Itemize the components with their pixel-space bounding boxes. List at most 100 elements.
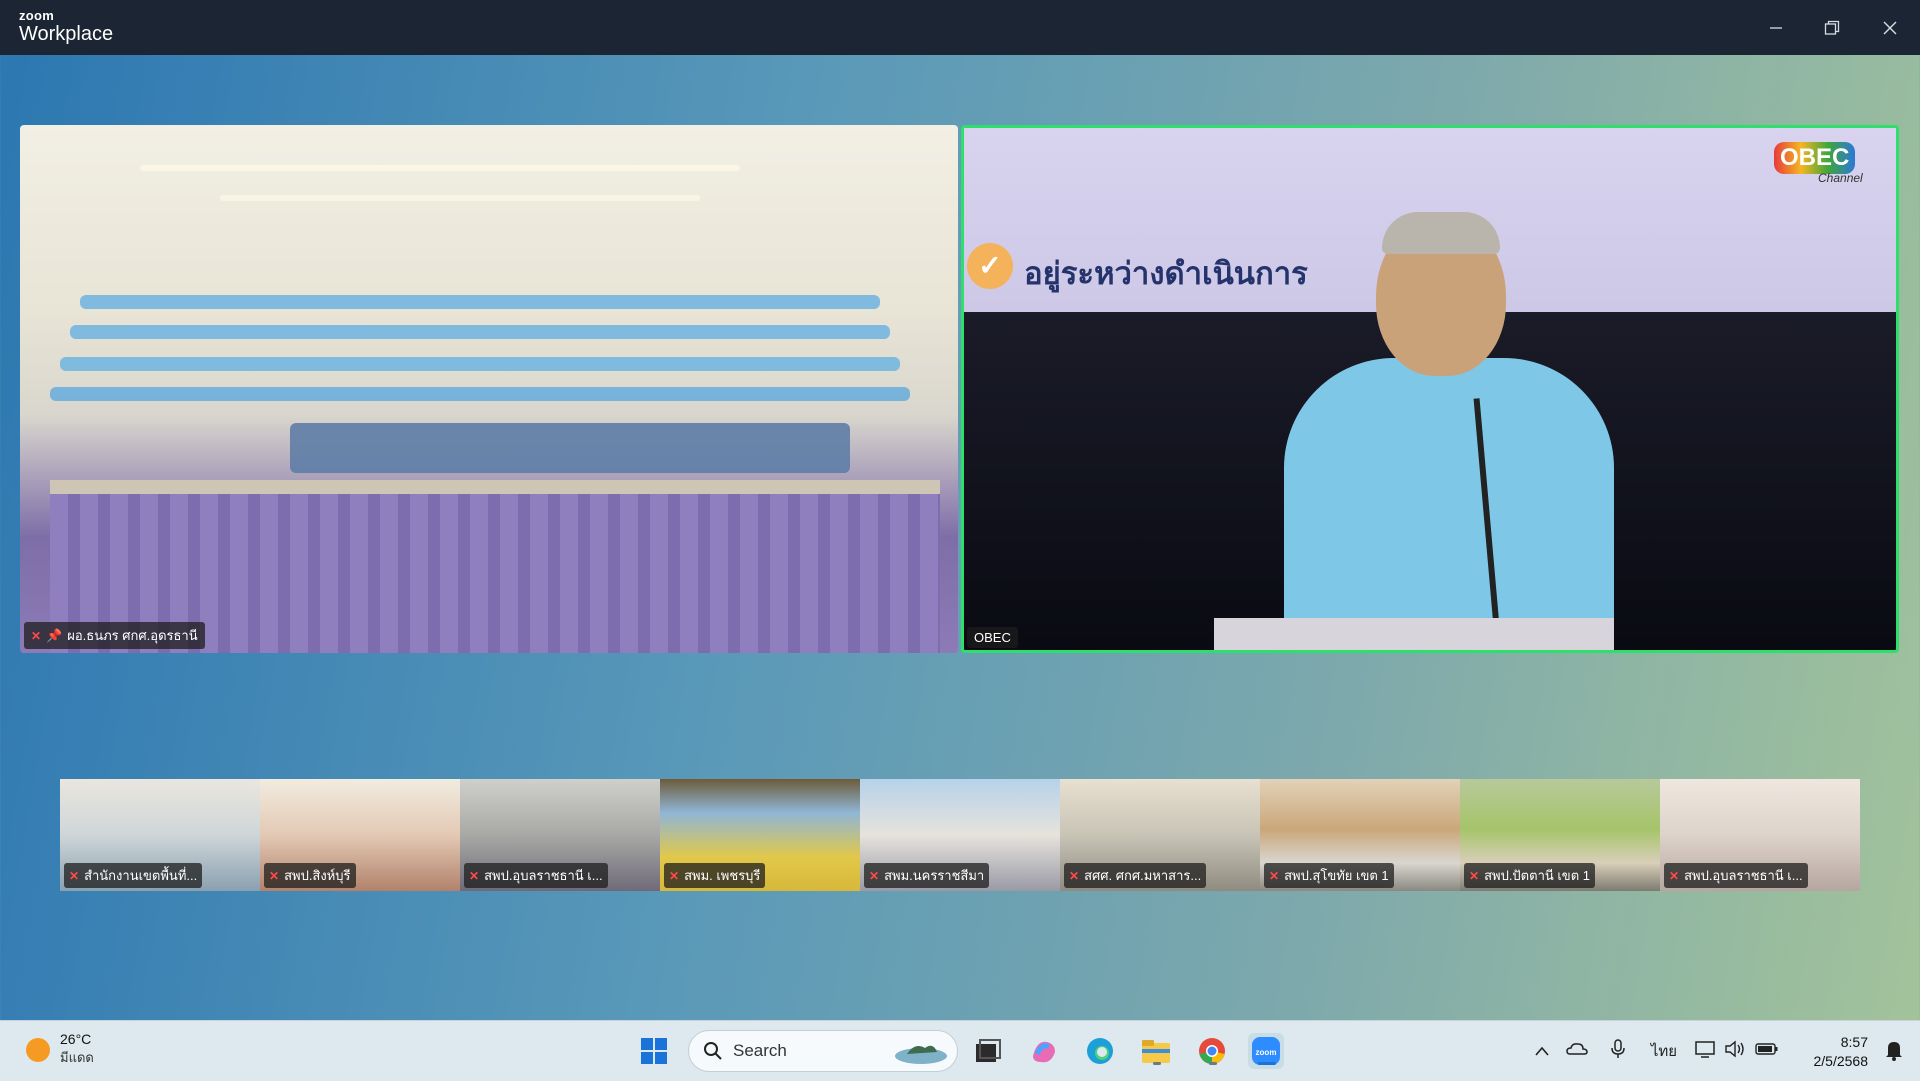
- slide-status-text: อยู่ระหว่างดำเนินการ: [1024, 256, 1308, 291]
- ceiling-light: [220, 195, 700, 201]
- participant-name-tag: ✕ สพม.นครราชสีมา: [864, 863, 990, 888]
- mic-muted-icon: ✕: [1469, 868, 1480, 883]
- speaker-figure: [1284, 358, 1614, 650]
- restore-icon: [1824, 20, 1840, 35]
- start-button[interactable]: [636, 1033, 672, 1069]
- participant-thumbnail[interactable]: ✕ สศศ. ศกศ.มหาสาร...: [1060, 779, 1260, 891]
- microphone-icon[interactable]: [1598, 1039, 1638, 1063]
- participant-name: ผอ.ธนภร ศกศ.อุดรธานี: [67, 628, 198, 643]
- chrome-button[interactable]: [1194, 1033, 1230, 1069]
- participant-name-tag: ✕ สพม. เพชรบุรี: [664, 863, 766, 888]
- system-tray: ไทย: [1528, 1021, 1784, 1081]
- minimize-icon: [1770, 26, 1782, 29]
- sun-icon: [26, 1037, 50, 1062]
- participant-name-tag: ✕ สพป.อุบลราชธานี เ...: [1664, 863, 1808, 888]
- display-icon[interactable]: [1690, 1040, 1720, 1062]
- minimize-button[interactable]: [1748, 0, 1804, 55]
- participant-name: สพม.นครราชสีมา: [884, 868, 985, 883]
- participant-name-tag: ✕ สพป.ปัตตานี เขต 1: [1464, 863, 1595, 888]
- obec-logo-sub: Channel: [1818, 171, 1863, 185]
- running-indicator: [1153, 1062, 1161, 1065]
- ceiling-light: [140, 165, 740, 171]
- running-indicator: [1209, 1062, 1217, 1065]
- mic-muted-icon: ✕: [669, 868, 680, 883]
- mic-muted-icon: ✕: [31, 628, 42, 643]
- participant-name-tag: ✕ 📌 ผอ.ธนภร ศกศ.อุดรธานี: [24, 622, 205, 649]
- search-placeholder: Search: [733, 1041, 787, 1060]
- language-indicator[interactable]: ไทย: [1638, 1039, 1690, 1063]
- search-icon: [704, 1042, 722, 1060]
- taskbar-search[interactable]: Search: [688, 1030, 958, 1072]
- volume-icon[interactable]: [1720, 1040, 1750, 1062]
- onedrive-icon[interactable]: [1556, 1040, 1598, 1062]
- participant-thumbnail[interactable]: ✕ สพม.นครราชสีมา: [860, 779, 1060, 891]
- audience-row: [70, 325, 890, 339]
- participant-name: สำนักงานเขตพื้นที่...: [84, 868, 198, 883]
- svg-text:zoom: zoom: [1256, 1048, 1277, 1057]
- clock-time: 8:57: [1840, 1034, 1868, 1050]
- participant-name-tag: ✕ สำนักงานเขตพื้นที่...: [64, 863, 203, 888]
- copilot-icon: [1033, 1041, 1055, 1063]
- battery-icon[interactable]: [1750, 1042, 1784, 1060]
- close-icon: [1883, 21, 1897, 34]
- audience-row: [50, 387, 910, 401]
- participant-thumbnail[interactable]: ✕ สำนักงานเขตพื้นที่...: [60, 779, 260, 891]
- weather-temperature: 26°C: [60, 1031, 92, 1047]
- participant-name: สพป.ปัตตานี เขต 1: [1484, 868, 1590, 883]
- participant-thumbnail[interactable]: ✕ สพป.สุโขทัย เขต 1: [1260, 779, 1460, 891]
- file-explorer-icon: [1142, 1040, 1170, 1063]
- task-view-button[interactable]: [970, 1033, 1006, 1069]
- copilot-button[interactable]: [1026, 1033, 1062, 1069]
- pin-icon: 📌: [46, 627, 63, 643]
- audience-row: [80, 295, 880, 309]
- participant-name: สพม. เพชรบุรี: [684, 868, 761, 883]
- mic-muted-icon: ✕: [469, 868, 480, 883]
- speaker-hair: [1382, 212, 1500, 254]
- mic-muted-icon: ✕: [1069, 868, 1080, 883]
- close-button[interactable]: [1862, 0, 1918, 55]
- video-tile-active-speaker[interactable]: ✓ อยู่ระหว่างดำเนินการ OBEC Channel OBEC: [961, 125, 1899, 653]
- obec-channel-logo: OBEC Channel: [1774, 142, 1878, 198]
- participant-name: สพป.อุบลราชธานี เ...: [1684, 868, 1803, 883]
- edge-icon: [1087, 1038, 1113, 1064]
- zoom-button[interactable]: zoom: [1248, 1033, 1284, 1069]
- file-explorer-button[interactable]: [1138, 1033, 1174, 1069]
- logo-big-text: Workplace: [19, 23, 114, 45]
- participant-name: สพป.สิงห์บุรี: [284, 868, 351, 883]
- active-app-indicator: [1258, 1062, 1276, 1065]
- mic-muted-icon: ✕: [1669, 868, 1680, 883]
- start-icon: [641, 1038, 667, 1064]
- restore-button[interactable]: [1804, 0, 1860, 55]
- participant-name: สพป.สุโขทัย เขต 1: [1284, 868, 1389, 883]
- notification-icon[interactable]: [1884, 1039, 1904, 1066]
- audience-row: [60, 357, 900, 371]
- weather-description: มีแดด: [60, 1050, 94, 1065]
- title-bar: zoom Workplace: [0, 0, 1920, 55]
- video-tile-classroom[interactable]: ✕ 📌 ผอ.ธนภร ศกศ.อุดรธานี: [20, 125, 958, 653]
- zoom-logo: zoom Workplace: [19, 9, 113, 44]
- participant-thumbnail[interactable]: ✕ สพป.สิงห์บุรี: [260, 779, 460, 891]
- mic-muted-icon: ✕: [69, 868, 80, 883]
- participant-name-tag: ✕ สพป.สิงห์บุรี: [264, 863, 356, 888]
- search-highlight-icon: [895, 1045, 947, 1064]
- participant-thumbnail[interactable]: ✕ สพป.อุบลราชธานี เ...: [1660, 779, 1860, 891]
- podium-nameplate: [1214, 618, 1614, 650]
- clock-date: 2/5/2568: [1813, 1053, 1869, 1069]
- participant-thumbnail[interactable]: ✕ สพป.อุบลราชธานี เ...: [460, 779, 660, 891]
- chevron-up-icon[interactable]: [1528, 1043, 1556, 1060]
- participant-name: OBEC: [974, 630, 1011, 645]
- edge-button[interactable]: [1082, 1033, 1118, 1069]
- participant-thumbnail-strip: ✕ สำนักงานเขตพื้นที่... ✕ สพป.สิงห์บุรี ✕ ส…: [60, 779, 1860, 891]
- participant-name-tag: ✕ สศศ. ศกศ.มหาสาร...: [1064, 863, 1207, 888]
- taskbar-clock[interactable]: 8:57 2/5/2568: [1814, 1033, 1869, 1071]
- participant-name-tag: ✕ สพป.สุโขทัย เขต 1: [1264, 863, 1394, 888]
- mic-muted-icon: ✕: [869, 868, 880, 883]
- participant-thumbnail[interactable]: ✕ สพป.ปัตตานี เขต 1: [1460, 779, 1660, 891]
- weather-widget[interactable]: 26°C มีแดด: [26, 1031, 94, 1068]
- mic-muted-icon: ✕: [1269, 868, 1280, 883]
- participant-thumbnail[interactable]: ✕ สพม. เพชรบุรี: [660, 779, 860, 891]
- participant-name-tag: ✕ สพป.อุบลราชธานี เ...: [464, 863, 608, 888]
- windows-taskbar: 26°C มีแดด Search zoom ไทย 8:57 2/5/2568: [0, 1020, 1920, 1081]
- task-view-icon: [976, 1039, 1001, 1062]
- participant-name-tag: OBEC: [967, 627, 1018, 648]
